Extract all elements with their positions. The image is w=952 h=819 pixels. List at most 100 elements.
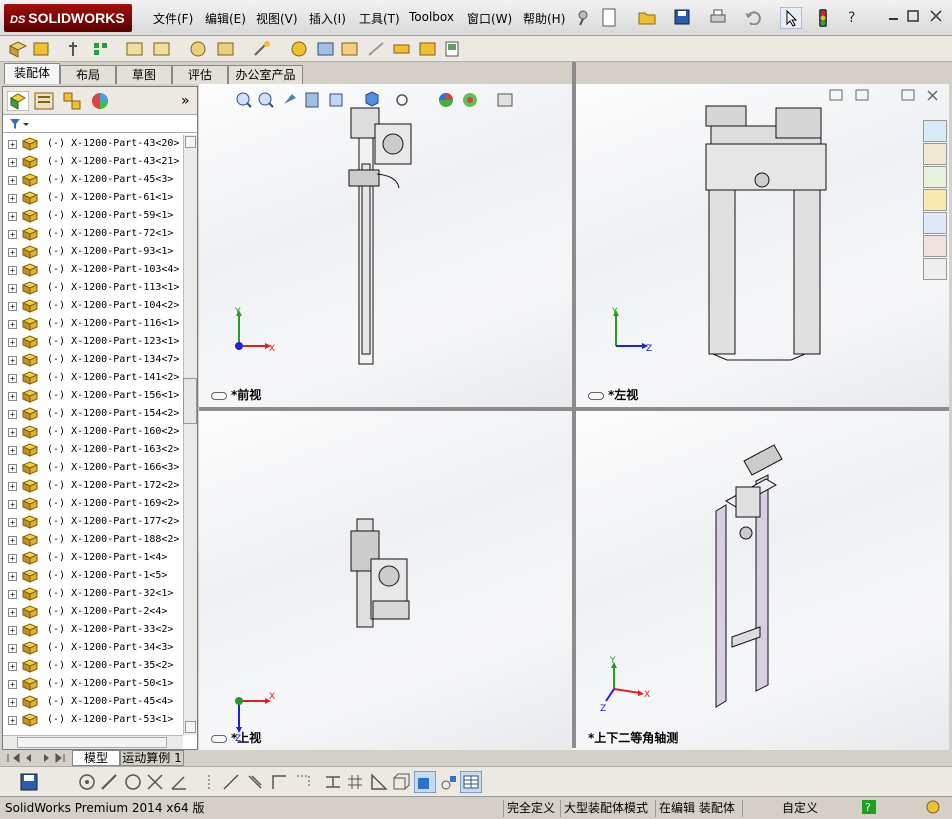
tree-item[interactable]: + (-) X-1200-Part-172<2>: [3, 477, 183, 495]
tree-item[interactable]: + (-) X-1200-Part-45<3>: [3, 171, 183, 189]
tree-item[interactable]: + (-) X-1200-Part-113<1>: [3, 279, 183, 297]
insert-components-icon[interactable]: [8, 40, 28, 58]
scroll-down-button[interactable]: [185, 721, 196, 733]
tree-item[interactable]: + (-) X-1200-Part-61<1>: [3, 189, 183, 207]
construction-geometry-icon[interactable]: [294, 773, 312, 791]
tree-item[interactable]: + (-) X-1200-Part-103<4>: [3, 261, 183, 279]
expand-icon[interactable]: +: [8, 608, 17, 617]
tree-item[interactable]: + (-) X-1200-Part-1<4>: [3, 549, 183, 567]
assembly-features-icon[interactable]: [188, 40, 208, 58]
feature-tree-tab-icon[interactable]: [7, 91, 29, 111]
smart-dimension-icon[interactable]: [324, 773, 342, 791]
shaded-cube-icon[interactable]: [414, 771, 436, 793]
expand-icon[interactable]: +: [8, 410, 17, 419]
trim-icon[interactable]: [146, 773, 164, 791]
clearance-verification-icon[interactable]: [392, 40, 412, 58]
expand-icon[interactable]: +: [8, 194, 17, 203]
print-icon[interactable]: [709, 9, 727, 25]
tree-item[interactable]: + (-) X-1200-Part-154<2>: [3, 405, 183, 423]
tree-item[interactable]: + (-) X-1200-Part-50<1>: [3, 675, 183, 693]
expand-icon[interactable]: +: [8, 266, 17, 275]
move-component-icon[interactable]: [125, 40, 145, 58]
expand-icon[interactable]: +: [8, 680, 17, 689]
forum-icon[interactable]: [923, 258, 947, 280]
tree-item[interactable]: + (-) X-1200-Part-134<7>: [3, 351, 183, 369]
expand-icon[interactable]: +: [8, 356, 17, 365]
help-icon[interactable]: ?: [862, 800, 876, 814]
expand-icon[interactable]: +: [8, 284, 17, 293]
undo-icon[interactable]: [744, 9, 762, 25]
expand-icon[interactable]: +: [8, 158, 17, 167]
viewport-isometric[interactable]: Y X Z *上下二等角轴测: [576, 411, 949, 750]
expand-icon[interactable]: +: [8, 518, 17, 527]
appearances-scenes-icon[interactable]: [923, 212, 947, 234]
corner-icon[interactable]: [270, 773, 288, 791]
display-manager-tab-icon[interactable]: [89, 91, 111, 111]
convert-entities-icon[interactable]: [246, 773, 264, 791]
design-library-icon[interactable]: [923, 143, 947, 165]
traffic-light-icon[interactable]: [817, 9, 829, 27]
angle-icon[interactable]: [170, 773, 188, 791]
property-manager-tab-icon[interactable]: [33, 91, 55, 111]
tree-item[interactable]: + (-) X-1200-Part-188<2>: [3, 531, 183, 549]
expand-icon[interactable]: +: [8, 392, 17, 401]
tab-model[interactable]: 模型: [72, 750, 120, 766]
link-views-icon[interactable]: [588, 391, 604, 400]
left-view-model[interactable]: [576, 84, 949, 407]
select-cursor-icon[interactable]: [780, 7, 802, 29]
expand-icon[interactable]: +: [8, 482, 17, 491]
expand-icon[interactable]: +: [8, 500, 17, 509]
expand-icon[interactable]: +: [8, 248, 17, 257]
menu-tools[interactable]: 工具(T): [359, 10, 400, 27]
rebuild-icon[interactable]: [926, 800, 940, 814]
offset-icon[interactable]: [222, 773, 240, 791]
expand-icon[interactable]: +: [8, 716, 17, 725]
horizontal-scroll-thumb[interactable]: [17, 737, 167, 748]
tab-motion-study[interactable]: 运动算例 1: [120, 750, 184, 766]
circle-icon[interactable]: [124, 773, 142, 791]
tree-item[interactable]: + (-) X-1200-Part-53<1>: [3, 711, 183, 729]
tree-item[interactable]: + (-) X-1200-Part-43<21>: [3, 153, 183, 171]
restore-window-icon[interactable]: [907, 10, 919, 22]
exploded-view-icon[interactable]: [316, 40, 336, 58]
menu-window[interactable]: 窗口(W): [467, 10, 512, 27]
expand-icon[interactable]: +: [8, 320, 17, 329]
tab-sketch[interactable]: 草图: [116, 65, 172, 84]
line-icon[interactable]: [100, 773, 118, 791]
tree-item[interactable]: + (-) X-1200-Part-163<2>: [3, 441, 183, 459]
tab-office-products[interactable]: 办公室产品: [228, 65, 303, 84]
table-icon[interactable]: [460, 771, 482, 793]
expand-icon[interactable]: +: [8, 698, 17, 707]
viewport-top[interactable]: X Z *上视: [199, 411, 572, 750]
expand-icon[interactable]: +: [8, 446, 17, 455]
tab-navigation-arrows[interactable]: [4, 752, 68, 764]
reference-geometry-icon[interactable]: [216, 40, 236, 58]
expand-icon[interactable]: +: [8, 302, 17, 311]
horizontal-scrollbar[interactable]: [3, 735, 183, 749]
expand-icon[interactable]: +: [8, 590, 17, 599]
expand-icon[interactable]: +: [8, 428, 17, 437]
viewport-front[interactable]: Y X *前视: [199, 84, 572, 407]
viewport-horizontal-splitter[interactable]: [199, 407, 949, 411]
tree-item[interactable]: + (-) X-1200-Part-33<2>: [3, 621, 183, 639]
custom-properties-icon[interactable]: [923, 235, 947, 257]
tree-item[interactable]: + (-) X-1200-Part-2<4>: [3, 603, 183, 621]
expand-icon[interactable]: +: [8, 464, 17, 473]
viewport-left[interactable]: Y Z *左视: [576, 84, 949, 407]
expand-icon[interactable]: +: [8, 572, 17, 581]
view-palette-icon[interactable]: [923, 189, 947, 211]
viewport-vertical-splitter[interactable]: [572, 62, 576, 748]
tree-item[interactable]: + (-) X-1200-Part-169<2>: [3, 495, 183, 513]
triangle-icon[interactable]: [370, 773, 388, 791]
explode-line-sketch-icon[interactable]: [340, 40, 360, 58]
expand-icon[interactable]: +: [8, 662, 17, 671]
open-folder-icon[interactable]: [638, 9, 656, 25]
expand-icon[interactable]: +: [8, 626, 17, 635]
expand-icon[interactable]: +: [8, 554, 17, 563]
expand-panel-icon[interactable]: »: [181, 93, 190, 109]
tree-item[interactable]: + (-) X-1200-Part-123<1>: [3, 333, 183, 351]
expand-icon[interactable]: +: [8, 374, 17, 383]
new-document-icon[interactable]: [601, 8, 617, 28]
menu-toolbox[interactable]: Toolbox: [409, 10, 454, 24]
panel-splitter-handle[interactable]: [183, 378, 197, 424]
